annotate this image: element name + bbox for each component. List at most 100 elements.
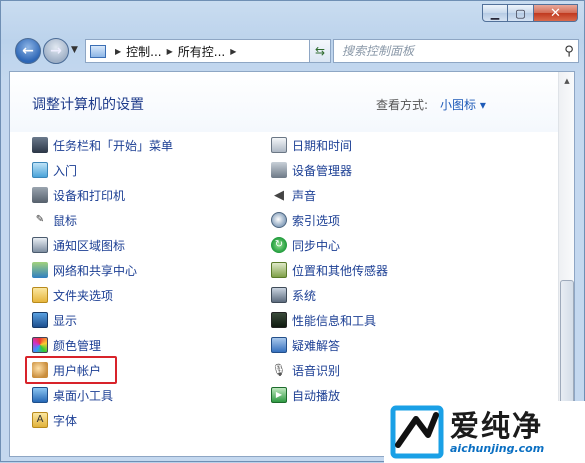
item-notification-area-icons[interactable]: 通知区域图标: [32, 234, 125, 256]
item-network-sharing-center[interactable]: 网络和共享中心: [32, 259, 137, 281]
item-label: 系统: [292, 288, 317, 303]
item-desktop-gadgets[interactable]: 桌面小工具: [32, 384, 113, 406]
item-sound[interactable]: ◀ 声音: [271, 184, 316, 206]
refresh-icon: ⇆: [314, 44, 326, 58]
item-indexing-options[interactable]: 索引选项: [271, 209, 340, 231]
item-label: 日期和时间: [292, 138, 353, 153]
search-icon[interactable]: ⚲: [560, 44, 578, 59]
item-speech-recognition[interactable]: 🎙 语音识别: [271, 359, 340, 381]
item-performance-tools[interactable]: 性能信息和工具: [271, 309, 376, 331]
display-icon: [32, 312, 48, 328]
item-label: 设备和打印机: [53, 188, 126, 203]
speaker-icon: ◀: [274, 187, 284, 203]
breadcrumb-all-items[interactable]: 所有控...: [178, 43, 225, 60]
navigation-bar: ← → ▼ ▶ 控制... ▶ 所有控... ▶ ▼ ⇆ ⚲: [9, 37, 581, 65]
minimize-button[interactable]: ▁: [482, 4, 508, 22]
item-label: 位置和其他传感器: [292, 263, 389, 278]
control-panel-icon: [90, 44, 106, 58]
item-location-sensors[interactable]: 位置和其他传感器: [271, 259, 388, 281]
refresh-button[interactable]: ⇆: [309, 39, 331, 63]
mouse-icon: ✎: [35, 214, 45, 225]
getting-started-icon: [32, 162, 48, 178]
item-label: 索引选项: [292, 213, 341, 228]
autoplay-icon: ▶: [271, 387, 287, 403]
item-label: 性能信息和工具: [292, 313, 377, 328]
item-devices-printers[interactable]: 设备和打印机: [32, 184, 125, 206]
watermark-logo: [390, 405, 444, 459]
content-header: 调整计算机的设置 查看方式: 小图标 ▾: [10, 72, 558, 132]
microphone-icon: 🎙: [271, 363, 287, 377]
page-title: 调整计算机的设置: [32, 97, 144, 113]
vertical-scrollbar[interactable]: ▲ ▼: [558, 72, 574, 456]
printer-icon: [32, 187, 48, 203]
forward-button[interactable]: →: [43, 38, 69, 64]
address-bar[interactable]: ▶ 控制... ▶ 所有控... ▶ ▼: [85, 39, 329, 63]
item-fonts[interactable]: A 字体: [32, 409, 77, 431]
watermark-text: 爱纯净 aichunjing.com: [450, 410, 544, 455]
back-button[interactable]: ←: [15, 38, 41, 64]
gadgets-icon: [32, 387, 48, 403]
item-label: 疑难解答: [292, 338, 341, 353]
item-label: 字体: [53, 413, 78, 428]
item-getting-started[interactable]: 入门: [32, 159, 77, 181]
item-date-time[interactable]: 日期和时间: [271, 134, 352, 156]
close-icon: ✕: [550, 5, 561, 21]
color-management-icon: [32, 337, 48, 353]
scroll-up-icon[interactable]: ▲: [559, 72, 574, 89]
item-label: 自动播放: [292, 388, 341, 403]
minimize-icon: ▁: [490, 6, 500, 20]
performance-icon: [271, 312, 287, 328]
item-system[interactable]: 系统: [271, 284, 316, 306]
sensor-icon: [271, 262, 287, 278]
item-label: 语音识别: [292, 363, 341, 378]
chevron-down-icon: ▼: [71, 45, 78, 55]
view-by-label: 查看方式:: [376, 98, 429, 112]
search-input[interactable]: [340, 40, 560, 62]
maximize-button[interactable]: ▢: [508, 4, 534, 22]
item-folder-options[interactable]: 文件夹选项: [32, 284, 113, 306]
arrow-left-icon: ←: [22, 43, 34, 59]
close-button[interactable]: ✕: [534, 4, 578, 22]
item-label: 网络和共享中心: [53, 263, 138, 278]
notification-icon: [32, 237, 48, 253]
item-label: 声音: [292, 188, 317, 203]
item-taskbar-start-menu[interactable]: 任务栏和「开始」菜单: [32, 134, 173, 156]
caption-buttons: ▁ ▢ ✕: [482, 4, 578, 22]
item-sync-center[interactable]: ↻ 同步中心: [271, 234, 340, 256]
device-manager-icon: [271, 162, 287, 178]
item-color-management[interactable]: 颜色管理: [32, 334, 101, 356]
highlight-user-accounts: [25, 356, 117, 384]
content-pane: 调整计算机的设置 查看方式: 小图标 ▾ 任务栏和「开始」菜单 入门 设备和打印…: [9, 71, 575, 457]
troubleshoot-icon: [271, 337, 287, 353]
item-label: 桌面小工具: [53, 388, 114, 403]
indexing-icon: [271, 212, 287, 228]
view-mode-dropdown[interactable]: 小图标 ▾: [440, 96, 486, 113]
item-device-manager[interactable]: 设备管理器: [271, 159, 352, 181]
item-troubleshooting[interactable]: 疑难解答: [271, 334, 340, 356]
item-label: 通知区域图标: [53, 238, 126, 253]
item-label: 入门: [53, 163, 78, 178]
item-display[interactable]: 显示: [32, 309, 77, 331]
item-autoplay[interactable]: ▶ 自动播放: [271, 384, 340, 406]
item-label: 设备管理器: [292, 163, 353, 178]
arrow-right-icon: →: [50, 43, 62, 59]
item-label: 同步中心: [292, 238, 341, 253]
network-icon: [32, 262, 48, 278]
search-box[interactable]: ⚲: [333, 39, 579, 63]
item-label: 显示: [53, 313, 78, 328]
maximize-icon: ▢: [515, 6, 526, 20]
system-icon: [271, 287, 287, 303]
sync-icon: ↻: [271, 237, 287, 253]
folder-icon: [32, 287, 48, 303]
item-mouse[interactable]: ✎ 鼠标: [32, 209, 77, 231]
breadcrumb-control-panel[interactable]: 控制...: [126, 43, 161, 60]
breadcrumb-separator-icon[interactable]: ▶: [167, 47, 173, 56]
item-label: 颜色管理: [53, 338, 102, 353]
item-label: 鼠标: [53, 213, 78, 228]
breadcrumb-separator-icon[interactable]: ▶: [230, 47, 236, 56]
watermark-en: aichunjing.com: [450, 441, 545, 455]
watermark-cn: 爱纯净: [450, 408, 544, 443]
breadcrumb-separator-icon[interactable]: ▶: [115, 47, 121, 56]
recent-pages-button[interactable]: ▼: [71, 45, 78, 55]
taskbar-icon: [32, 137, 48, 153]
